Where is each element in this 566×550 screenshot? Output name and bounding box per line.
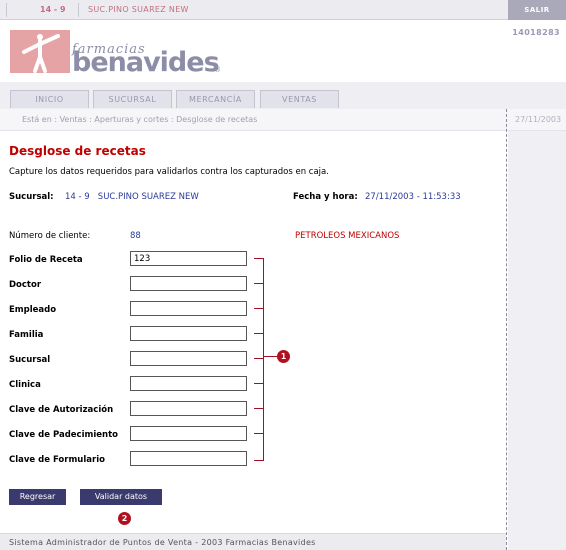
family-field[interactable] [130,326,247,341]
callout-badge-1: 1 [277,350,290,363]
footer-text: Sistema Administrador de Puntos de Venta… [9,538,316,547]
authorization-label: Clave de Autorización [9,405,114,415]
callout-badge-2: 2 [118,512,131,525]
tab-inicio[interactable]: INICIO [10,90,89,108]
tab-mercancia[interactable]: MERCANCÍA [176,90,255,108]
divider [6,3,7,17]
bracket-tick [254,383,263,384]
folio-label: Folio de Receta [9,255,83,265]
tab-sucursal[interactable]: SUCURSAL [93,90,172,108]
bracket-tick [254,460,263,461]
datetime-value: 27/11/2003 - 11:53:33 [365,192,461,202]
page-title: Desglose de recetas [9,144,146,158]
store-name: SUC.PINO SUAREZ NEW [88,5,189,14]
clinic-field[interactable] [130,376,247,391]
bracket-tick [254,308,263,309]
column-divider [506,109,507,550]
bracket-tick [254,408,263,409]
doctor-label: Doctor [9,280,42,290]
bracket-tick [254,258,263,259]
side-date-bar: 27/11/2003 [507,109,566,131]
family-label: Familia [9,330,44,340]
bracket-tick [254,358,263,359]
employee-label: Empleado [9,305,57,315]
condition-field[interactable] [130,426,247,441]
authorization-field[interactable] [130,401,247,416]
condition-label: Clave de Padecimiento [9,430,118,440]
breadcrumb-bar: Está en : Ventas : Aperturas y cortes : … [0,109,507,131]
store-code: 14 - 9 [40,5,66,14]
bracket-tick [254,333,263,334]
brand-logo-mark [10,30,70,73]
branch-field[interactable] [130,351,247,366]
folio-field[interactable] [130,251,247,266]
breadcrumb: Está en : Ventas : Aperturas y cortes : … [22,115,258,124]
footer: Sistema Administrador de Puntos de Venta… [0,533,506,550]
employee-field[interactable] [130,301,247,316]
client-number: 88 [130,231,141,241]
main-nav: INICIO SUCURSAL MERCANCÍA VENTAS [0,82,566,109]
brand-logo-text: benavides [72,47,220,78]
branch-value: 14 - 9 SUC.PINO SUAREZ NEW [65,192,199,202]
validate-button[interactable]: Validar datos [80,489,162,505]
top-bar: 14 - 9 SUC.PINO SUAREZ NEW SALIR [0,0,566,20]
doctor-field[interactable] [130,276,247,291]
side-date: 27/11/2003 [515,115,562,124]
exit-button[interactable]: SALIR [508,0,566,20]
client-name: PETROLEOS MEXICANOS [295,231,400,241]
bracket-tick [254,433,263,434]
datetime-label: Fecha y hora: [293,192,358,202]
instructions-text: Capture los datos requeridos para valida… [9,167,329,177]
user-id: 14018283 [512,28,560,37]
formulary-field[interactable] [130,451,247,466]
clinic-label: Clinica [9,380,41,390]
divider [78,3,79,17]
registered-mark: ® [214,66,221,74]
back-button[interactable]: Regresar [9,489,66,505]
client-number-label: Número de cliente: [9,231,91,241]
callout-bracket [263,258,264,461]
header-logo-area: farmacias benavides ® 14018283 [0,21,566,81]
formulary-label: Clave de Formulario [9,455,105,465]
person-figure-icon [22,34,60,73]
branch-field-label: Sucursal [9,355,51,365]
bracket-tick [254,283,263,284]
tab-ventas[interactable]: VENTAS [260,90,339,108]
branch-label: Sucursal: [9,192,54,202]
bracket-connector [263,356,277,357]
right-column [508,131,566,550]
